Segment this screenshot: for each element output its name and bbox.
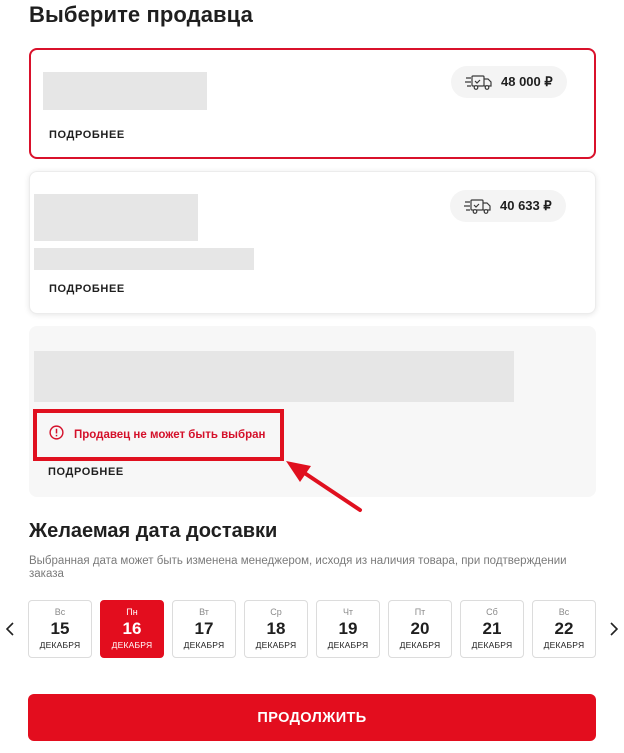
day-of-week: Пт: [414, 607, 426, 617]
page-title: Выберите продавца: [29, 2, 253, 27]
day-number: 17: [194, 619, 214, 638]
price-badge: 48 000 ₽: [451, 66, 567, 98]
delivery-date-title: Желаемая дата доставки: [29, 520, 278, 542]
date-option[interactable]: Сб 21 ДЕКАБРЯ: [460, 600, 524, 658]
chevron-right-icon: [610, 622, 618, 636]
seller-info-placeholder: [34, 248, 254, 270]
day-number: 22: [554, 619, 574, 638]
details-link[interactable]: ПОДРОБНЕЕ: [49, 283, 125, 295]
day-number: 19: [338, 619, 358, 638]
month-label: ДЕКАБРЯ: [399, 640, 441, 650]
error-text: Продавец не может быть выбран: [74, 429, 266, 441]
continue-button[interactable]: ПРОДОЛЖИТЬ: [28, 694, 596, 741]
month-label: ДЕКАБРЯ: [471, 640, 513, 650]
price-badge: 40 633 ₽: [450, 190, 566, 222]
day-number: 16: [122, 619, 142, 638]
prev-dates-button[interactable]: [4, 619, 16, 639]
delivery-date-note: Выбранная дата может быть изменена менед…: [29, 555, 567, 580]
month-label: ДЕКАБРЯ: [327, 640, 369, 650]
day-of-week: Вс: [54, 607, 66, 617]
details-link[interactable]: ПОДРОБНЕЕ: [48, 466, 124, 478]
day-of-week: Сб: [486, 607, 498, 617]
seller-name-placeholder: [43, 72, 207, 110]
seller-name-placeholder: [34, 351, 514, 402]
seller-card-2[interactable]: 40 633 ₽ ПОДРОБНЕЕ: [29, 171, 596, 314]
day-number: 15: [50, 619, 70, 638]
month-label: ДЕКАБРЯ: [111, 640, 153, 650]
date-option[interactable]: Вс 15 ДЕКАБРЯ: [28, 600, 92, 658]
price-value: 40 633 ₽: [500, 198, 552, 213]
month-label: ДЕКАБРЯ: [255, 640, 297, 650]
day-of-week: Вс: [558, 607, 570, 617]
date-option[interactable]: Ср 18 ДЕКАБРЯ: [244, 600, 308, 658]
day-number: 18: [266, 619, 286, 638]
day-of-week: Чт: [342, 607, 354, 617]
day-number: 20: [410, 619, 430, 638]
month-label: ДЕКАБРЯ: [39, 640, 81, 650]
day-of-week: Пн: [126, 607, 138, 617]
day-of-week: Вт: [199, 607, 209, 617]
date-option[interactable]: Вс 22 ДЕКАБРЯ: [532, 600, 596, 658]
alert-circle-icon: [49, 425, 64, 445]
date-option[interactable]: Вт 17 ДЕКАБРЯ: [172, 600, 236, 658]
month-label: ДЕКАБРЯ: [183, 640, 225, 650]
date-option[interactable]: Пт 20 ДЕКАБРЯ: [388, 600, 452, 658]
date-picker: Вс 15 ДЕКАБРЯ Пн 16 ДЕКАБРЯ Вт 17 ДЕКАБР…: [28, 600, 596, 658]
delivery-truck-icon: [465, 73, 493, 91]
day-number: 21: [482, 619, 502, 638]
delivery-truck-icon: [464, 197, 492, 215]
price-value: 48 000 ₽: [501, 74, 553, 89]
month-label: ДЕКАБРЯ: [543, 640, 585, 650]
next-dates-button[interactable]: [608, 619, 620, 639]
date-option-selected[interactable]: Пн 16 ДЕКАБРЯ: [100, 600, 164, 658]
date-option[interactable]: Чт 19 ДЕКАБРЯ: [316, 600, 380, 658]
seller-name-placeholder: [34, 194, 198, 241]
chevron-left-icon: [6, 622, 14, 636]
day-of-week: Ср: [270, 607, 282, 617]
seller-error-message: Продавец не может быть выбран: [33, 409, 284, 461]
details-link[interactable]: ПОДРОБНЕЕ: [49, 129, 125, 141]
seller-card-1[interactable]: 48 000 ₽ ПОДРОБНЕЕ: [29, 48, 596, 159]
